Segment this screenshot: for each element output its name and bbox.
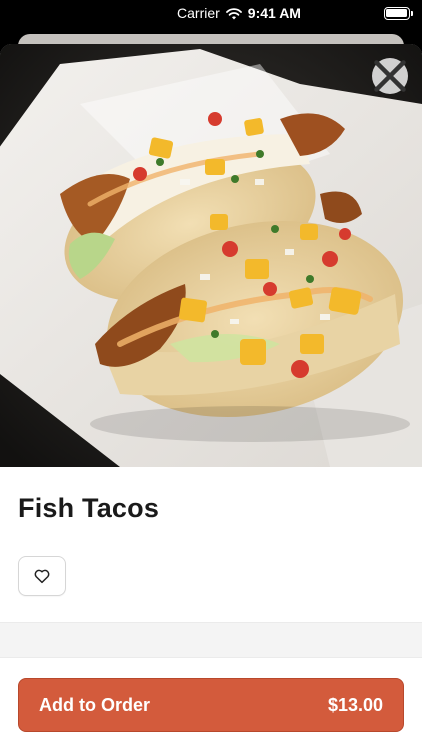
section-divider <box>0 622 422 658</box>
home-area <box>0 734 422 750</box>
fish-tacos-illustration <box>0 44 422 467</box>
status-center: Carrier 9:41 AM <box>177 5 301 21</box>
favorite-button[interactable] <box>18 556 66 596</box>
order-price: $13.00 <box>327 694 383 715</box>
close-button[interactable] <box>372 58 408 94</box>
item-photo <box>0 44 422 467</box>
item-title: Fish Tacos <box>18 493 160 523</box>
add-to-order-label: Add to Order <box>39 694 150 715</box>
clock-time: 9:41 AM <box>247 5 301 21</box>
battery-icon <box>383 6 413 20</box>
status-bar: Carrier 9:41 AM <box>0 0 422 26</box>
item-detail-sheet: Fish Tacos Add to Order $13.00 <box>0 44 422 750</box>
heart-icon <box>34 569 50 584</box>
carrier-label: Carrier <box>177 5 220 21</box>
wifi-icon <box>225 7 242 20</box>
add-to-order-button[interactable]: Add to Order $13.00 <box>18 678 404 732</box>
close-icon <box>374 60 406 92</box>
